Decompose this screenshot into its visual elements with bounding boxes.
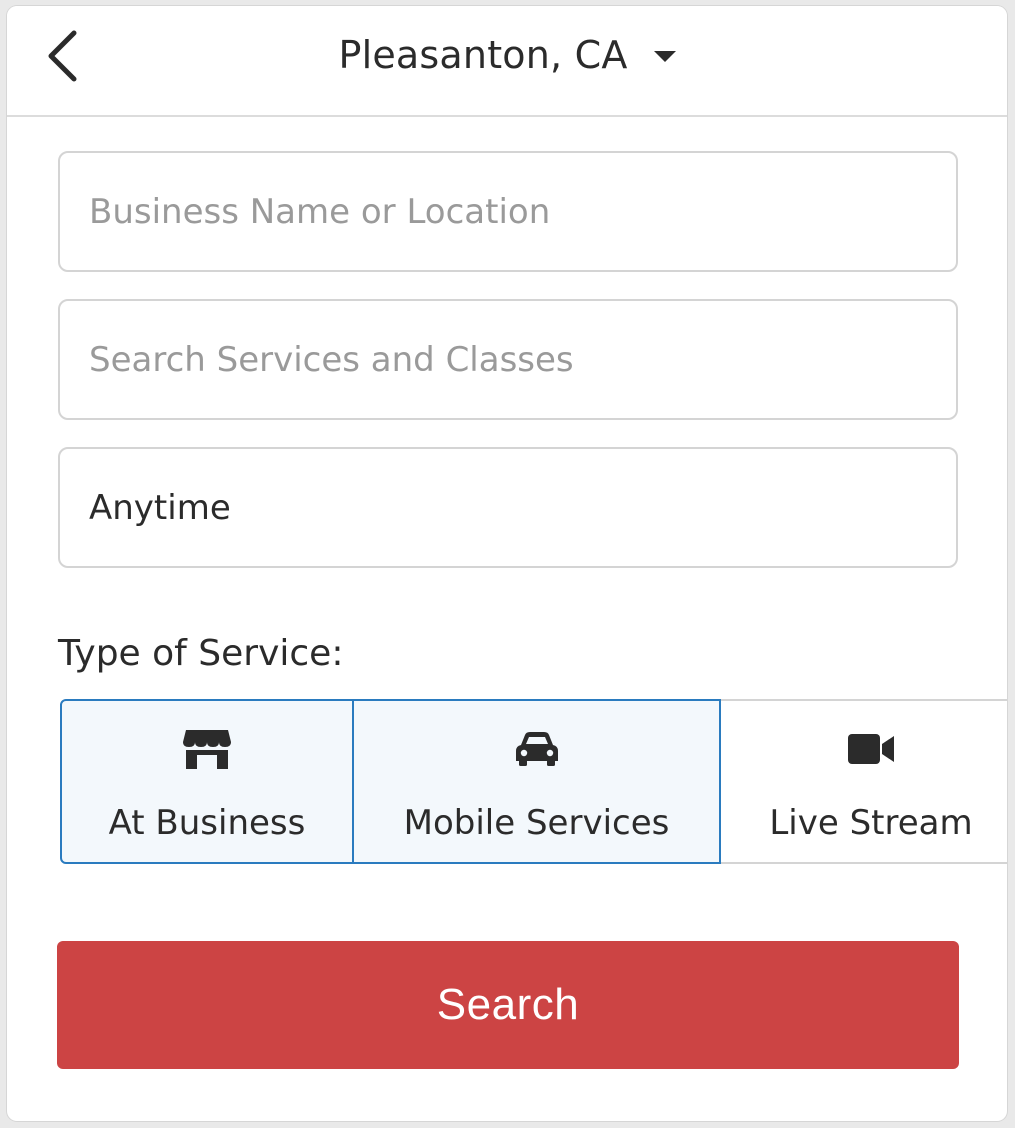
service-type-label: Type of Service: — [58, 633, 344, 674]
location-selector[interactable]: Pleasanton, CA — [7, 29, 1007, 81]
time-value: Anytime — [89, 487, 231, 528]
service-option-live-stream[interactable]: Live Stream — [721, 699, 1007, 864]
video-camera-icon — [847, 727, 895, 771]
service-option-mobile-services[interactable]: Mobile Services — [352, 699, 721, 864]
storefront-icon — [182, 727, 232, 771]
app-window: Pleasanton, CA Anytime Type of Service: … — [7, 6, 1007, 1121]
location-label: Pleasanton, CA — [338, 33, 628, 77]
search-button[interactable]: Search — [57, 941, 959, 1069]
caret-down-icon — [653, 50, 676, 62]
business-search-input[interactable] — [89, 191, 956, 232]
top-bar: Pleasanton, CA — [7, 6, 1007, 117]
services-search-field[interactable] — [58, 299, 958, 420]
car-icon — [515, 727, 559, 771]
services-search-input[interactable] — [89, 339, 956, 380]
service-option-at-business[interactable]: At Business — [60, 699, 354, 864]
business-search-field[interactable] — [58, 151, 958, 272]
search-button-label: Search — [436, 980, 580, 1029]
service-option-label: Mobile Services — [403, 803, 670, 843]
service-option-label: At Business — [108, 803, 306, 843]
time-selector[interactable]: Anytime — [58, 447, 958, 568]
service-option-label: Live Stream — [769, 803, 973, 843]
